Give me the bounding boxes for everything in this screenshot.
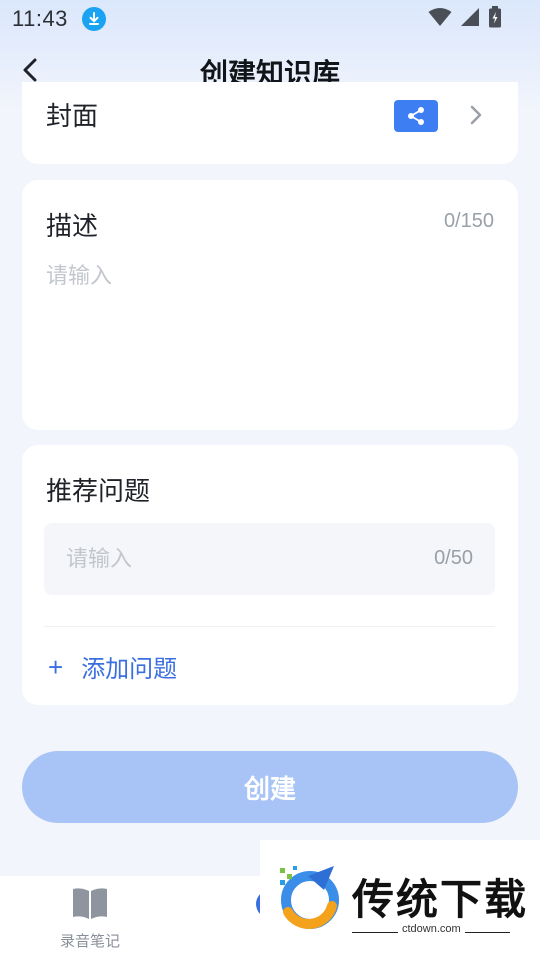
tab-label: 录音笔记 — [59, 932, 120, 950]
question-count: 0/50 — [434, 547, 473, 569]
signal-icon — [460, 7, 480, 31]
description-count: 0/150 — [443, 210, 494, 232]
battery-icon — [488, 6, 502, 32]
description-card: 描述 0/150 — [22, 180, 518, 430]
watermark-logo-icon — [280, 866, 339, 929]
description-label: 描述 — [46, 212, 99, 242]
divider — [44, 626, 495, 627]
questions-card: 推荐问题 0/50 + 添加问题 — [22, 445, 518, 705]
watermark: 传统下载 ctdown.com — [260, 840, 540, 960]
chevron-right-icon — [469, 104, 483, 130]
watermark-site: ctdown.com — [398, 923, 465, 935]
download-icon — [82, 7, 106, 31]
status-bar: 11:43 — [0, 0, 540, 38]
cover-thumbnail[interactable] — [394, 100, 438, 132]
wifi-icon — [428, 7, 452, 31]
plus-icon: + — [48, 651, 64, 682]
cover-row[interactable]: 封面 — [22, 82, 518, 164]
questions-label: 推荐问题 — [46, 477, 151, 507]
status-time: 11:43 — [12, 6, 68, 31]
question-input[interactable] — [66, 543, 396, 575]
question-field: 0/50 — [44, 523, 495, 595]
cover-label: 封面 — [46, 102, 99, 132]
description-input[interactable] — [46, 258, 494, 408]
tab-recording-notes[interactable]: 录音笔记 — [30, 886, 150, 951]
book-icon — [73, 888, 107, 919]
share-icon — [408, 107, 424, 125]
add-question-label: 添加问题 — [81, 655, 178, 683]
create-button[interactable]: 创建 — [22, 751, 518, 823]
add-question-button[interactable]: + 添加问题 — [48, 649, 177, 684]
watermark-title: 传统下载 — [352, 875, 529, 924]
